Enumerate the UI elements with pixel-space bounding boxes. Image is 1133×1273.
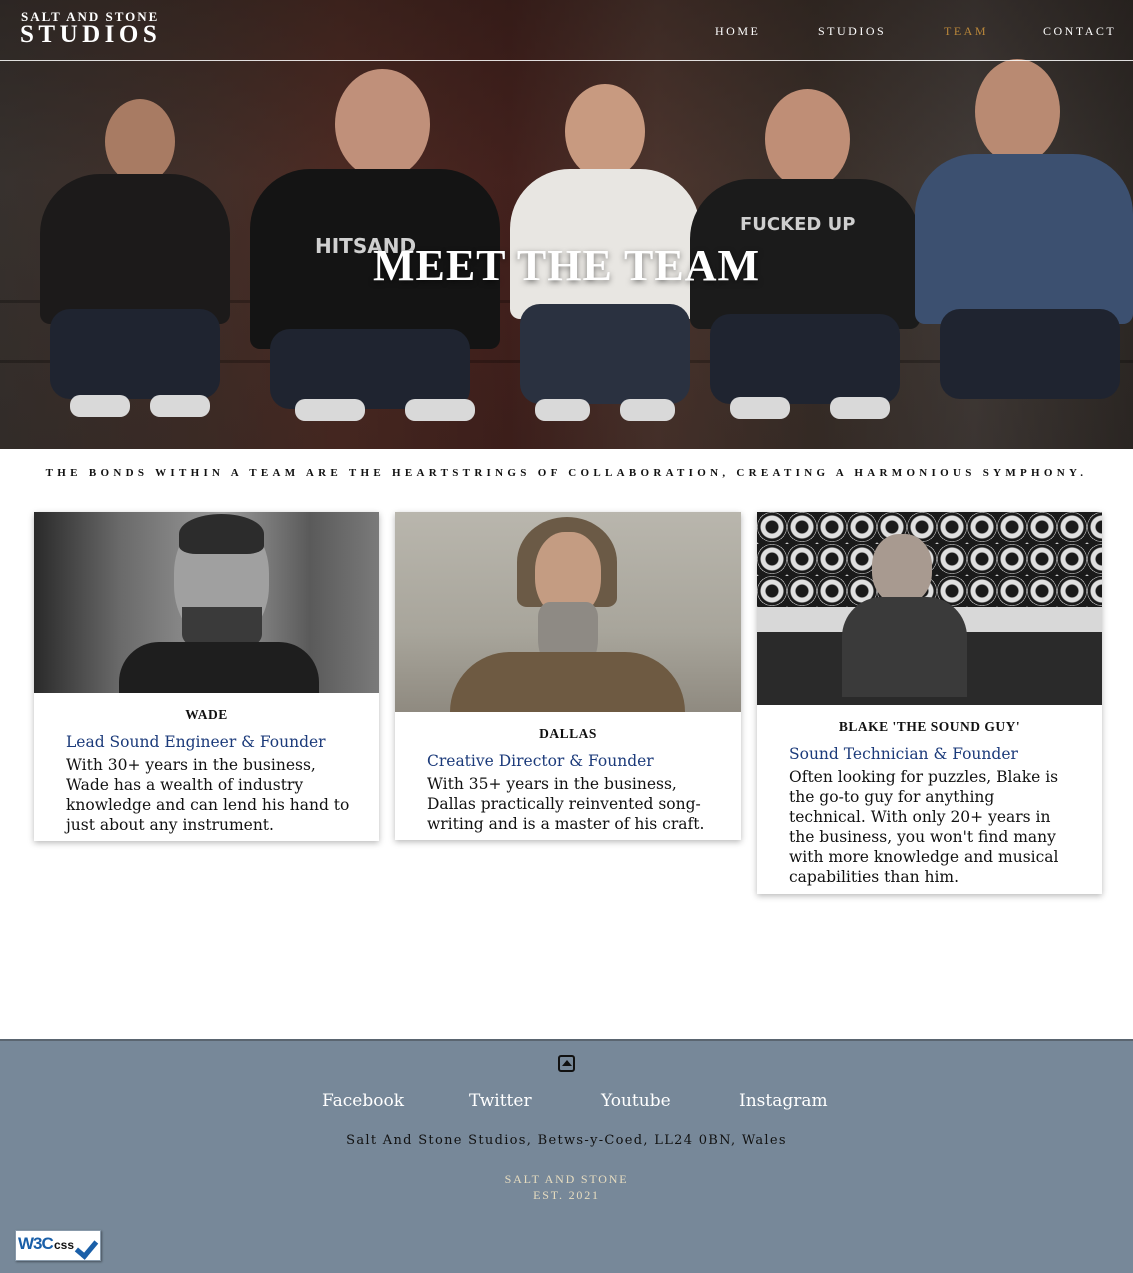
team-bio: With 35+ years in the business, Dallas p…	[427, 775, 705, 833]
hero-person	[910, 49, 1133, 419]
css-label: css	[54, 1238, 75, 1252]
team-bio: With 30+ years in the business, Wade has…	[66, 756, 350, 834]
team-role: Creative Director & Founder	[427, 752, 654, 770]
team-card-dallas: DALLAS Creative Director & Founder With …	[395, 512, 741, 840]
nav-studios-link[interactable]: STUDIOS	[818, 24, 886, 39]
team-card-blake: BLAKE 'THE SOUND GUY' Sound Technician &…	[757, 512, 1102, 894]
hero-person: FUCKED UP	[680, 59, 930, 419]
w3c-logo: W3C	[18, 1234, 54, 1253]
top-navbar: SALT AND STONE STUDIOS HOME STUDIOS TEAM…	[0, 0, 1133, 61]
checkmark-icon	[74, 1235, 99, 1260]
site-footer: Facebook Twitter Youtube Instagram Salt …	[0, 1039, 1133, 1273]
team-photo-wade	[34, 512, 379, 693]
team-name: WADE	[185, 707, 228, 722]
nav-contact-link[interactable]: CONTACT	[1043, 24, 1116, 39]
hero-person	[505, 59, 705, 421]
team-role: Sound Technician & Founder	[789, 745, 1018, 763]
team-role: Lead Sound Engineer & Founder	[66, 733, 326, 751]
footer-brand-established: EST. 2021	[533, 1188, 600, 1202]
page-title: MEET THE TEAM	[372, 241, 761, 290]
team-photo-dallas	[395, 512, 741, 712]
footer-brand-name: SALT AND STONE	[504, 1172, 629, 1186]
team-name: DALLAS	[539, 726, 597, 741]
twitter-link[interactable]: Twitter	[469, 1091, 532, 1111]
shirt-text: FUCKED UP	[740, 214, 856, 235]
hero-person: HITSAND	[225, 59, 515, 421]
youtube-link[interactable]: Youtube	[601, 1091, 671, 1111]
instagram-link[interactable]: Instagram	[739, 1091, 828, 1111]
hero-person	[10, 59, 230, 419]
facebook-link[interactable]: Facebook	[322, 1091, 404, 1111]
team-tagline: THE BONDS WITHIN A TEAM ARE THE HEARTSTR…	[45, 467, 1088, 479]
team-name: BLAKE 'THE SOUND GUY'	[838, 719, 1021, 734]
nav-home-link[interactable]: HOME	[715, 24, 760, 39]
team-card-wade: WADE Lead Sound Engineer & Founder With …	[34, 512, 379, 841]
w3c-css-badge[interactable]: W3C css	[15, 1230, 101, 1261]
team-bio: Often looking for puzzles, Blake is the …	[789, 768, 1059, 886]
nav-team-link[interactable]: TEAM	[944, 24, 988, 39]
footer-address: Salt And Stone Studios, Betws-y-Coed, LL…	[346, 1133, 787, 1148]
team-photo-blake	[757, 512, 1102, 705]
caret-up-square-icon[interactable]	[558, 1055, 575, 1072]
brand-logo[interactable]: STUDIOS	[20, 21, 161, 49]
footer-brand: SALT AND STONE EST. 2021	[0, 1171, 1133, 1203]
hero-banner: HITSAND FUCKED UP MEET THE TEAM	[0, 0, 1133, 449]
